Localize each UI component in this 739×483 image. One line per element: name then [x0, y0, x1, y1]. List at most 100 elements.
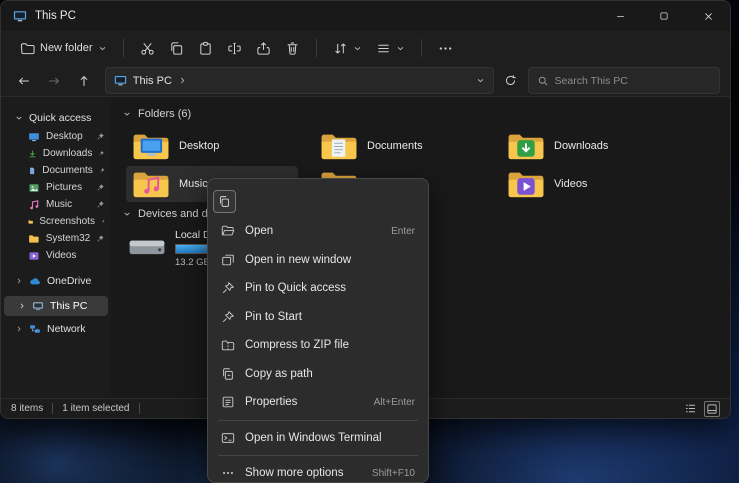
menu-item-label: Show more options — [245, 467, 343, 479]
paste-button[interactable] — [191, 35, 220, 61]
folder-tile-label: Downloads — [554, 140, 608, 152]
this-pc-app-icon — [13, 9, 27, 23]
rename-button[interactable] — [220, 35, 249, 61]
window-title: This PC — [35, 10, 76, 22]
sidebar-item-this-pc[interactable]: This PC — [4, 296, 108, 316]
delete-button[interactable] — [278, 35, 307, 61]
folder-icon — [28, 233, 40, 245]
sidebar-item-music[interactable]: Music — [1, 196, 111, 213]
copy-quick-action[interactable] — [213, 190, 236, 213]
copy-path-icon — [221, 367, 235, 381]
sidebar-label: Desktop — [46, 131, 83, 142]
new-folder-button[interactable]: New folder — [13, 35, 114, 61]
sidebar-item-pictures[interactable]: Pictures — [1, 179, 111, 196]
sidebar-label: This PC — [50, 300, 87, 312]
sidebar-item-onedrive[interactable]: OneDrive — [1, 272, 111, 290]
sidebar-item-downloads[interactable]: Downloads — [1, 145, 111, 162]
breadcrumb-root[interactable]: This PC — [133, 75, 172, 87]
search-input[interactable] — [555, 75, 711, 87]
open-icon — [221, 224, 235, 238]
menu-separator — [218, 420, 418, 421]
sidebar-label: Screenshots — [39, 216, 95, 227]
chevron-down-icon — [396, 44, 405, 53]
folder-tile-documents[interactable]: Documents — [314, 128, 486, 164]
search-box[interactable] — [528, 67, 720, 94]
sidebar-item-videos[interactable]: Videos — [1, 247, 111, 264]
details-view-icon[interactable] — [684, 402, 697, 415]
downloads-icon — [28, 148, 37, 160]
toolbar-divider — [316, 39, 317, 57]
pin-icon — [98, 149, 105, 158]
music-icon — [28, 199, 40, 211]
network-icon — [29, 323, 41, 335]
sort-button[interactable] — [326, 35, 369, 61]
menu-item-pin-quick-access[interactable]: Pin to Quick access — [208, 274, 428, 303]
close-button[interactable] — [686, 1, 730, 31]
forward-button[interactable] — [41, 68, 67, 94]
sort-icon — [333, 41, 348, 56]
sidebar-item-system32[interactable]: System32 — [1, 230, 111, 247]
menu-item-open-new-window[interactable]: Open in new window — [208, 246, 428, 275]
maximize-button[interactable] — [642, 1, 686, 31]
back-button[interactable] — [11, 68, 37, 94]
folder-tile-label: Desktop — [179, 140, 219, 152]
pin-icon — [96, 183, 105, 192]
menu-item-open[interactable]: Open Enter — [208, 217, 428, 246]
status-divider — [139, 403, 140, 414]
refresh-button[interactable] — [498, 68, 524, 94]
chevron-down-icon — [123, 110, 131, 118]
folder-tile-downloads[interactable]: Downloads — [501, 128, 673, 164]
cut-button[interactable] — [133, 35, 162, 61]
sidebar-item-documents[interactable]: Documents — [1, 162, 111, 179]
desktop-icon — [28, 131, 40, 143]
sidebar-label: Network — [47, 323, 86, 335]
paste-icon — [198, 41, 213, 56]
quick-access-label: Quick access — [29, 112, 91, 124]
maximize-icon — [659, 11, 669, 21]
sidebar-label: Music — [46, 199, 72, 210]
menu-item-properties[interactable]: Properties Alt+Enter — [208, 388, 428, 417]
title-bar[interactable]: This PC — [1, 1, 730, 31]
context-menu: Open Enter Open in new window Pin to Qui… — [207, 178, 429, 483]
menu-separator — [218, 455, 418, 456]
onedrive-icon — [29, 275, 41, 287]
folder-tile-desktop[interactable]: Desktop — [126, 128, 298, 164]
menu-item-compress-zip[interactable]: Compress to ZIP file — [208, 331, 428, 360]
large-icons-view-button[interactable] — [704, 401, 720, 417]
see-more-button[interactable] — [431, 35, 460, 61]
new-folder-icon — [20, 41, 35, 56]
share-button[interactable] — [249, 35, 278, 61]
menu-shortcut: Alt+Enter — [374, 397, 415, 408]
menu-item-label: Pin to Start — [245, 311, 302, 323]
up-button[interactable] — [71, 68, 97, 94]
pin-icon — [96, 234, 105, 243]
more-options-icon — [221, 466, 235, 480]
zip-icon — [221, 338, 235, 352]
folders-section-header[interactable]: Folders (6) — [123, 108, 191, 120]
address-dropdown-icon[interactable] — [476, 76, 485, 85]
copy-icon — [218, 195, 231, 208]
sidebar-item-quick-access[interactable]: Quick access — [1, 108, 111, 128]
menu-item-pin-start[interactable]: Pin to Start — [208, 303, 428, 332]
command-bar: New folder — [1, 31, 730, 65]
sidebar-label: Documents — [42, 165, 93, 176]
sidebar-item-screenshots[interactable]: Screenshots — [1, 213, 111, 230]
folder-tile-label: Videos — [554, 178, 587, 190]
view-button[interactable] — [369, 35, 412, 61]
new-window-icon — [221, 253, 235, 267]
sidebar-label: Pictures — [46, 182, 82, 193]
minimize-button[interactable] — [598, 1, 642, 31]
menu-shortcut: Enter — [391, 226, 415, 237]
menu-item-copy-as-path[interactable]: Copy as path — [208, 360, 428, 389]
sidebar-item-desktop[interactable]: Desktop — [1, 128, 111, 145]
copy-button[interactable] — [162, 35, 191, 61]
sidebar-item-network[interactable]: Network — [1, 320, 111, 338]
chevron-right-icon[interactable] — [178, 76, 187, 85]
address-breadcrumb[interactable]: This PC — [105, 67, 494, 94]
trash-icon — [285, 41, 300, 56]
menu-item-show-more-options[interactable]: Show more options Shift+F10 — [208, 459, 428, 483]
sidebar-label: System32 — [46, 233, 90, 244]
menu-item-open-windows-terminal[interactable]: Open in Windows Terminal — [208, 424, 428, 453]
folder-tile-videos[interactable]: Videos — [501, 166, 673, 202]
new-folder-label: New folder — [40, 42, 93, 54]
